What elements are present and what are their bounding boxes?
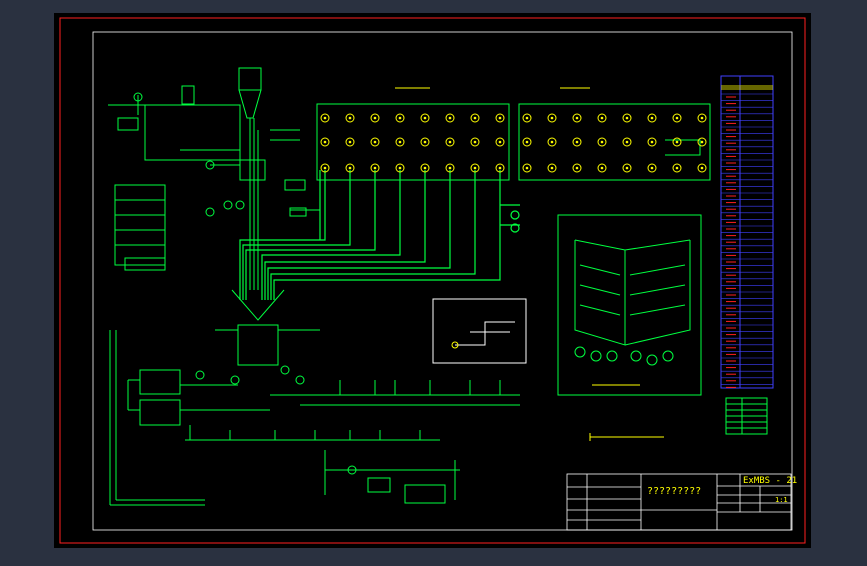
nozzle-center (398, 140, 402, 144)
nozzle-center (625, 166, 629, 170)
drawing-scale: 1:1 (775, 496, 788, 504)
nozzle-center (498, 140, 502, 144)
nozzle-center (473, 140, 477, 144)
nozzle-center (423, 166, 427, 170)
nozzle-center (575, 140, 579, 144)
nozzle-center (448, 116, 452, 120)
nozzle-center (525, 140, 529, 144)
nozzle-center (323, 140, 327, 144)
nozzle-center (650, 140, 654, 144)
nozzle-center (448, 166, 452, 170)
nozzle-center (625, 116, 629, 120)
nozzle-center (700, 140, 704, 144)
nozzle-center (700, 116, 704, 120)
nozzle-center (600, 116, 604, 120)
nozzle-center (398, 166, 402, 170)
nozzle-center (525, 116, 529, 120)
nozzle-center (348, 166, 352, 170)
nozzle-center (348, 140, 352, 144)
nozzle-center (650, 116, 654, 120)
nozzle-center (423, 140, 427, 144)
nozzle-center (575, 166, 579, 170)
nozzle-center (498, 166, 502, 170)
nozzle-center (600, 166, 604, 170)
nozzle-center (600, 140, 604, 144)
nozzle-center (373, 116, 377, 120)
nozzle-center (373, 140, 377, 144)
nozzle-center (550, 166, 554, 170)
nozzle-center (423, 116, 427, 120)
nozzle-center (575, 116, 579, 120)
nozzle-center (498, 116, 502, 120)
nozzle-center (473, 116, 477, 120)
nozzle-center (675, 116, 679, 120)
cad-drawing-canvas[interactable]: ExMBS - 21 ????????? 1:1 (0, 0, 867, 562)
nozzle-center (650, 166, 654, 170)
drawing-title: ????????? (647, 486, 702, 497)
nozzle-center (448, 140, 452, 144)
nozzle-center (525, 166, 529, 170)
nozzle-center (675, 140, 679, 144)
nozzle-center (323, 116, 327, 120)
nozzle-center (323, 166, 327, 170)
nozzle-center (473, 166, 477, 170)
nozzle-center (550, 116, 554, 120)
nozzle-center (675, 166, 679, 170)
nozzle-center (625, 140, 629, 144)
nozzle-center (550, 140, 554, 144)
nozzle-center (398, 116, 402, 120)
drawing-code: ExMBS - 21 (743, 476, 798, 486)
nozzle-center (700, 166, 704, 170)
nozzle-center (348, 116, 352, 120)
nozzle-center (373, 166, 377, 170)
